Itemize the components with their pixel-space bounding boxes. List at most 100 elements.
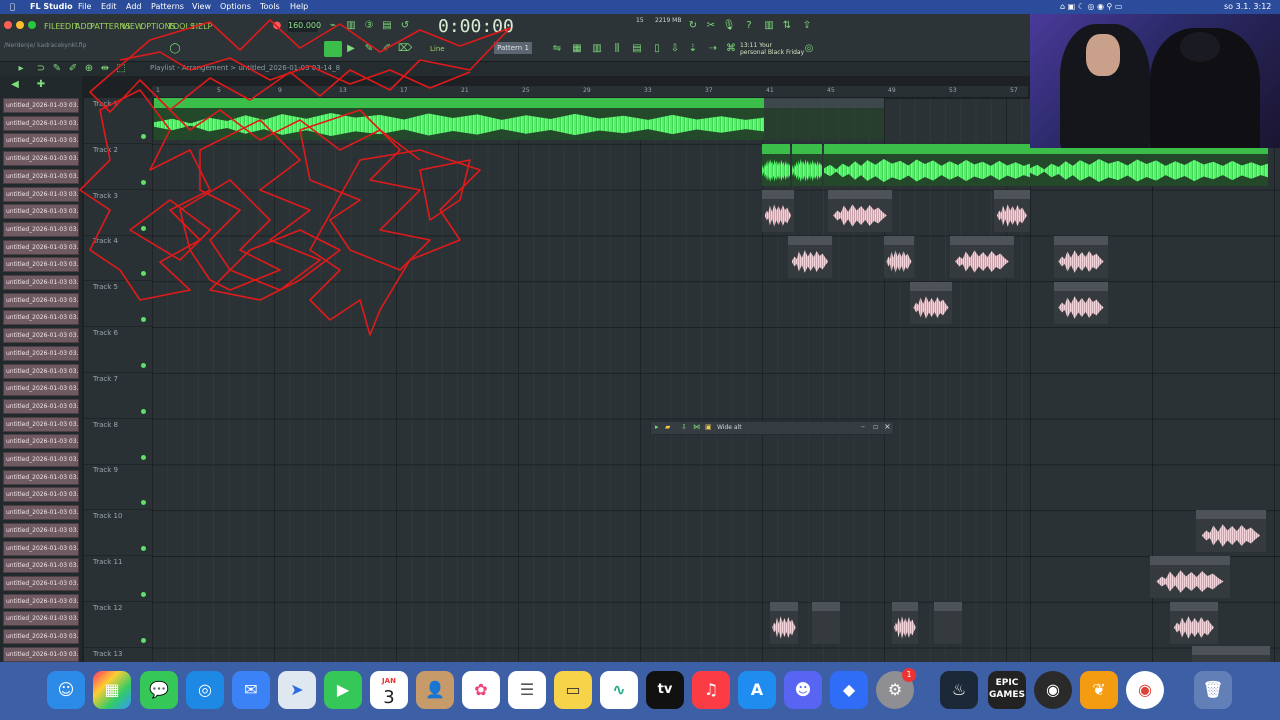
audio-clip[interactable] [1030,144,1268,186]
playlist-icon[interactable]: ▦ [570,42,584,56]
track-mute-led[interactable] [141,363,146,368]
browser-file-item[interactable]: untitled_2026-01-03 03.. [3,151,79,167]
audio-clip[interactable]: un..8 [770,602,798,644]
audio-clip[interactable]: kadrtrack [154,98,764,140]
browser-file-item[interactable]: untitled_2026-01-03 03.. [3,629,79,644]
browser-file-item[interactable]: untitled_2026-01-03 03.. [3,398,79,414]
panel-maximize-icon[interactable]: ▫ [873,422,878,431]
browser-file-item[interactable]: untitled_2026-01-03 03.. [3,204,79,220]
cut-icon[interactable]: ✂ [704,19,718,33]
pattern-selector[interactable]: Pattern 1 [494,42,532,54]
panel-mute-icon[interactable]: ⋈ [693,423,700,431]
plugin-icon[interactable]: ⇪ [800,19,814,33]
audio-clip[interactable]: untitle..2-29_8 [1054,282,1108,324]
status-icons[interactable]: ⌂ ▣ ☾ ◎ ◉ ⚲ ▭ [1060,2,1122,12]
browser-back-icon[interactable]: ◀ [8,78,22,92]
audio-clip[interactable]: untitl..3-31_8 [1054,236,1108,278]
audio-clip[interactable]: untitl..46_8 [788,236,832,278]
snap-line-label[interactable]: Line [430,45,445,53]
browser-file-item[interactable]: untitled_2026-01-03 03.. [3,115,79,131]
audio-clip[interactable]: untitled_..09-14_8 [1192,646,1270,662]
track-header[interactable]: Track 2 [84,144,152,190]
browser-file-item[interactable]: untitled_2026-01-03 03.. [3,310,79,326]
tempo-display[interactable]: 160.000 [288,20,321,32]
photos-icon[interactable]: ✿ [462,671,500,709]
browser-file-item[interactable]: untitled_2026-01-03 03.. [3,345,79,361]
metronome-icon[interactable]: ⌁ [326,19,340,33]
obs-icon[interactable]: ◉ [1034,671,1072,709]
help-icon[interactable]: ? [742,19,756,33]
channel-rack-icon[interactable]: ⇋ [550,42,564,56]
track-mute-led[interactable] [141,408,146,414]
track-mute-led[interactable] [141,134,146,139]
browser-file-item[interactable]: untitled_2026-01-03 03.. [3,505,79,521]
draw-tool-icon[interactable]: ✎ [362,42,376,56]
zoom-window-button[interactable] [28,21,36,29]
app-store-icon[interactable]: A [738,671,776,709]
browser-file-item[interactable]: untitled_2026-01-03 03.. [3,275,79,290]
playlist-options-icon[interactable]: ▸ [14,62,28,76]
panel-close-icon[interactable]: × [884,422,891,431]
browser-file-item[interactable]: untitled_2026-01-03 03.. [3,257,79,273]
menubar-app-name[interactable]: FL Studio [30,2,73,12]
plugin-database-icon[interactable]: ▯ [650,42,664,56]
browser-file-item[interactable]: untitled_2026-01-03 03.. [3,558,79,574]
track-mute-led[interactable] [141,179,146,185]
wait-input-icon[interactable]: ▥ [344,19,358,33]
browser-file-item[interactable]: untitled_2026-01-03 03.. [3,381,79,397]
zoom-tool-icon[interactable]: ⊕ [82,62,96,76]
audio-clip[interactable]: kadrtrack [824,144,1030,186]
messages-icon[interactable]: 💬 [140,671,178,709]
track-header[interactable]: Track 7 [84,373,152,419]
audio-clip[interactable]: k..ck [792,144,822,186]
browser-file-item[interactable]: untitled_2026-01-03 03.. [3,611,79,627]
track-mute-led[interactable] [141,454,146,460]
menu-view[interactable]: View [192,2,211,12]
safari-icon[interactable]: ◎ [186,671,224,709]
epic-games-icon[interactable]: EPIC GAMES [988,671,1026,709]
play-icon[interactable]: ▶ [344,42,358,56]
download-icon[interactable]: ⇩ [668,42,682,56]
send-icon[interactable]: ⇢ [706,42,720,56]
close-window-button[interactable] [4,21,12,29]
fl-menu-tools[interactable]: TOOLS [168,22,195,31]
browser-file-item[interactable]: untitled_2026-01-03 03.. [3,452,79,467]
track-header[interactable]: Track 8 [84,419,152,465]
browser-file-item[interactable]: untitled_2026-01-03 03.. [3,469,79,485]
audio-clip[interactable]: unt..8 [892,602,918,644]
finder-icon[interactable]: ☺ [47,671,85,709]
news-hint[interactable]: 13:11 Your personal Black Friday [740,42,804,56]
mixer-view-icon[interactable]: ⫼ [610,42,624,56]
calendar-icon[interactable]: JAN 3 [370,671,408,709]
pattern-mode-button[interactable] [324,41,342,57]
freeform-icon[interactable]: ∿ [600,671,638,709]
countdown-icon[interactable]: ③ [362,19,376,33]
track-mute-led[interactable] [141,592,146,597]
track-mute-led[interactable] [141,546,146,552]
magnet-icon[interactable]: ⊃ [34,62,48,76]
audio-clip[interactable]: untitl..46_8 [910,282,952,324]
audio-clip[interactable]: untitled_..50-02_8 [828,190,892,232]
browser-file-item[interactable]: untitled_2026-01-03 03.. [3,416,79,432]
fl-studio-icon[interactable]: ❦ [1080,671,1118,709]
panel-minimize-icon[interactable]: – [861,422,865,431]
tempo-tapper-icon[interactable]: ⇣ [686,42,700,56]
audio-clip[interactable]: untitl.._50-02_8 [950,236,1014,278]
mail-icon[interactable]: ✉ [232,671,270,709]
panel-arrow-icon[interactable]: ▸ [655,423,659,431]
audio-clip[interactable]: untit..8 [762,190,794,232]
audio-clip[interactable]: unt..8 [934,602,962,644]
browser-file-item[interactable]: untitled_2026-01-03 03.. [3,540,79,556]
floating-plugin-panel[interactable]: ▸ ▰ ⇩ ⋈ ▣ Wide alt – ▫ × [650,421,894,435]
audio-clip[interactable]: untitled_202..01-51-56_8 [994,190,1030,232]
apple-tv-icon[interactable]: tv [646,671,684,709]
panel-preset-icon[interactable]: ▣ [705,423,712,431]
track-header[interactable]: Track 10 [84,510,152,557]
browser-file-item[interactable]: untitled_2026-01-03 03.. [3,363,79,379]
menu-help[interactable]: Help [290,2,308,12]
launchpad-icon[interactable]: ▦ [93,671,131,709]
browser-file-item[interactable]: untitled_2026-01-03 03.. [3,292,79,308]
browser-file-item[interactable]: untitled_2026-01-03 03.. [3,575,79,591]
track-header[interactable]: Track 6 [84,327,152,373]
browser-file-item[interactable]: untitled_2026-01-03 03.. [3,133,79,149]
